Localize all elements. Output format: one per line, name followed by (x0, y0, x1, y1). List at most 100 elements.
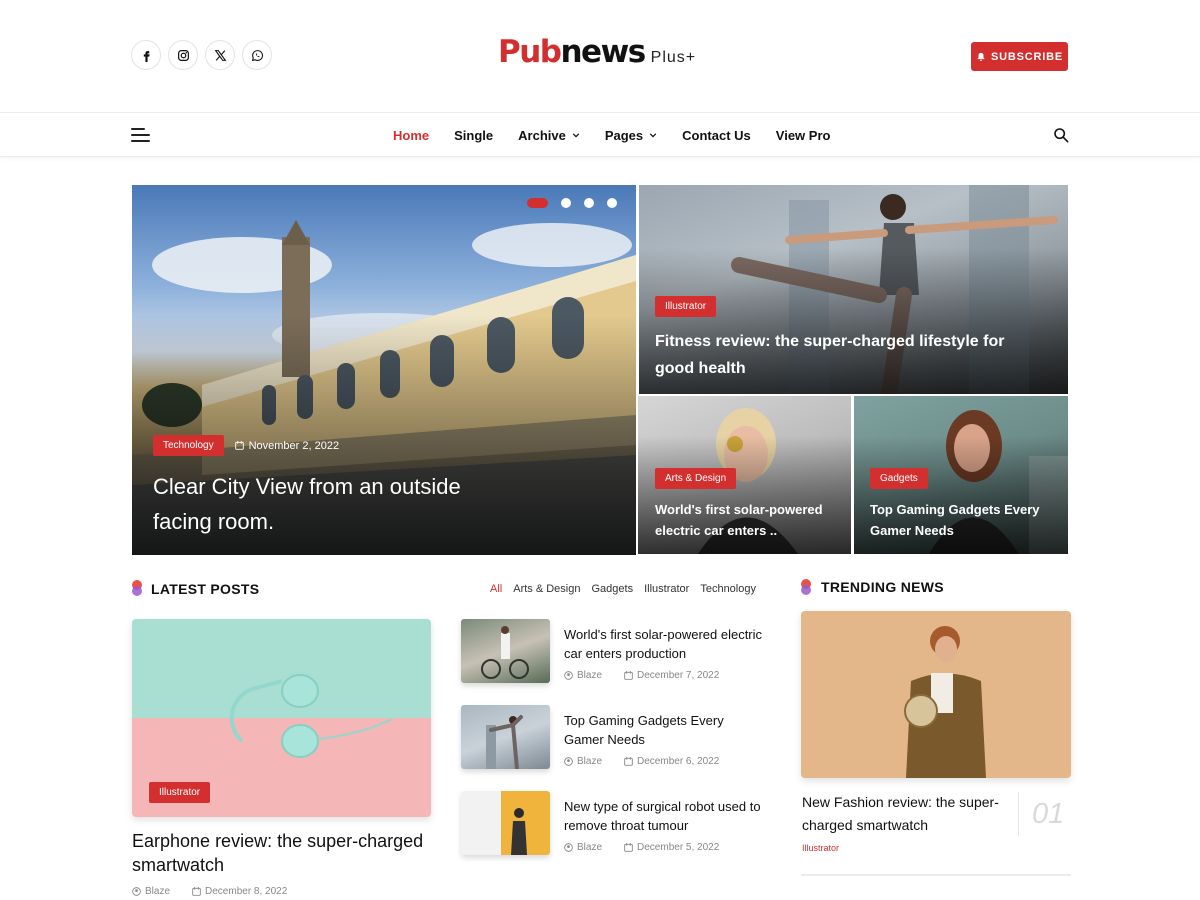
big-post-meta: Blaze December 8, 2022 (132, 886, 287, 897)
nav-item-pages[interactable]: Pages (605, 128, 657, 143)
site-logo[interactable]: Pub news Plus+ (498, 34, 696, 70)
post-title[interactable]: World's first solar-powered electric car… (564, 625, 764, 663)
big-post-image[interactable]: Illustrator (132, 619, 431, 817)
post-date-text: November 2, 2022 (248, 439, 340, 452)
post-title[interactable]: Top Gaming Gadgets Every Gamer Needs (564, 711, 764, 749)
filter-all[interactable]: All (490, 583, 502, 595)
x-link[interactable] (205, 40, 235, 70)
filter-gadgets[interactable]: Gadgets (591, 583, 633, 595)
hero-main-title[interactable]: Clear City View from an outside facing r… (153, 469, 513, 539)
chevron-down-icon (572, 133, 580, 138)
post-title[interactable]: New type of surgical robot used to remov… (564, 797, 764, 835)
author-icon (564, 757, 573, 766)
nav-label: Archive (518, 127, 566, 143)
main-nav: Home Single Archive Pages Contact Us Vie… (0, 112, 1200, 157)
nav-item-view-pro[interactable]: View Pro (776, 128, 831, 143)
trending-rank-number: 01 (1018, 792, 1064, 836)
category-tag[interactable]: Technology (153, 435, 224, 456)
category-tag[interactable]: Gadgets (870, 468, 928, 489)
nav-menu: Home Single Archive Pages Contact Us Vie… (393, 113, 855, 157)
logo-pub: Pub (498, 34, 562, 70)
hero-main-meta: Technology November 2, 2022 (153, 435, 339, 456)
trending-news-title: TRENDING NEWS (821, 579, 944, 595)
calendar-icon (234, 441, 244, 450)
list-item[interactable]: Top Gaming Gadgets Every Gamer Needs Bla… (461, 705, 771, 775)
divider (801, 874, 1071, 876)
bicycle-image (481, 626, 529, 679)
post-thumbnail[interactable] (461, 791, 550, 855)
post-thumbnail[interactable] (461, 705, 550, 769)
author-name[interactable]: Blaze (577, 842, 602, 853)
site-header: Pub news Plus+ SUBSCRIBE (0, 0, 1200, 112)
post-meta: Blaze December 7, 2022 (564, 670, 719, 681)
slider-dot-2[interactable] (561, 198, 571, 208)
whatsapp-link[interactable] (242, 40, 272, 70)
whatsapp-icon (251, 49, 263, 61)
hero-bottom-left-title[interactable]: World's first solar-powered electric car… (655, 499, 845, 541)
calendar-icon (192, 887, 201, 896)
list-item[interactable]: New type of surgical robot used to remov… (461, 791, 771, 861)
subscribe-label: SUBSCRIBE (991, 50, 1063, 63)
facebook-link[interactable] (131, 40, 161, 70)
nav-label: Contact Us (682, 127, 751, 143)
big-post-title[interactable]: Earphone review: the super-charged smart… (132, 829, 442, 877)
trending-post-image[interactable] (801, 611, 1071, 778)
category-tag[interactable]: Arts & Design (655, 468, 737, 489)
calendar-icon (624, 757, 633, 766)
social-links (131, 40, 272, 70)
category-tag[interactable]: Illustrator (149, 782, 211, 803)
nav-item-single[interactable]: Single (454, 128, 493, 143)
calendar-icon (624, 843, 633, 852)
post-date: November 2, 2022 (234, 439, 340, 452)
nav-item-contact-us[interactable]: Contact Us (682, 128, 751, 143)
author-icon (132, 887, 141, 896)
chevron-down-icon (649, 133, 657, 138)
instagram-link[interactable] (168, 40, 198, 70)
section-dot-icon (801, 579, 811, 595)
calendar-icon (624, 671, 633, 680)
x-icon (214, 49, 226, 61)
subscribe-button[interactable]: SUBSCRIBE (971, 42, 1068, 71)
nav-label: Single (454, 127, 494, 143)
hero-bottom-left-card[interactable]: Arts & Design World's first solar-powere… (638, 396, 851, 554)
trending-post-category[interactable]: Illustrator (802, 843, 839, 853)
post-thumbnail[interactable] (461, 619, 550, 683)
nav-item-home[interactable]: Home (393, 128, 429, 143)
instagram-icon (177, 49, 189, 61)
nav-item-archive[interactable]: Archive (518, 128, 580, 143)
robot-image (511, 808, 527, 855)
author-name[interactable]: Blaze (145, 886, 170, 897)
filter-arts-design[interactable]: Arts & Design (513, 583, 580, 595)
post-date: December 7, 2022 (637, 670, 720, 681)
logo-news: news (560, 34, 646, 70)
trending-post-title[interactable]: New Fashion review: the super-charged sm… (802, 791, 1002, 837)
category-tag[interactable]: Illustrator (655, 296, 717, 317)
logo-plus: Plus+ (650, 49, 697, 66)
post-date: December 5, 2022 (637, 842, 720, 853)
hero-bottom-right-card[interactable]: Gadgets Top Gaming Gadgets Every Gamer N… (854, 396, 1068, 554)
hero-top-right-card[interactable]: Illustrator Fitness review: the super-ch… (639, 185, 1068, 394)
post-date: December 6, 2022 (637, 756, 720, 767)
slider-dot-1[interactable] (527, 198, 548, 208)
search-icon[interactable] (1053, 127, 1069, 143)
menu-icon[interactable] (131, 127, 151, 143)
author-name[interactable]: Blaze (577, 670, 602, 681)
author-name[interactable]: Blaze (577, 756, 602, 767)
hero-bottom-right-title[interactable]: Top Gaming Gadgets Every Gamer Needs (870, 499, 1060, 541)
post-meta: Blaze December 5, 2022 (564, 842, 719, 853)
filter-technology[interactable]: Technology (700, 583, 756, 595)
hero-top-right-title[interactable]: Fitness review: the super-charged lifest… (655, 328, 1035, 382)
author-icon (564, 843, 573, 852)
category-filters: All Arts & Design Gadgets Illustrator Te… (490, 583, 756, 595)
facebook-icon (143, 50, 150, 62)
nav-label: View Pro (775, 127, 831, 143)
fashion-image (904, 626, 986, 778)
list-item[interactable]: World's first solar-powered electric car… (461, 619, 771, 689)
hero-main-card[interactable]: Technology November 2, 2022 Clear City V… (132, 185, 636, 555)
slider-dot-3[interactable] (584, 198, 594, 208)
latest-posts-title: LATEST POSTS (151, 581, 260, 597)
nav-label: Home (393, 127, 430, 143)
slider-dot-4[interactable] (607, 198, 617, 208)
author-icon (564, 671, 573, 680)
filter-illustrator[interactable]: Illustrator (644, 583, 689, 595)
